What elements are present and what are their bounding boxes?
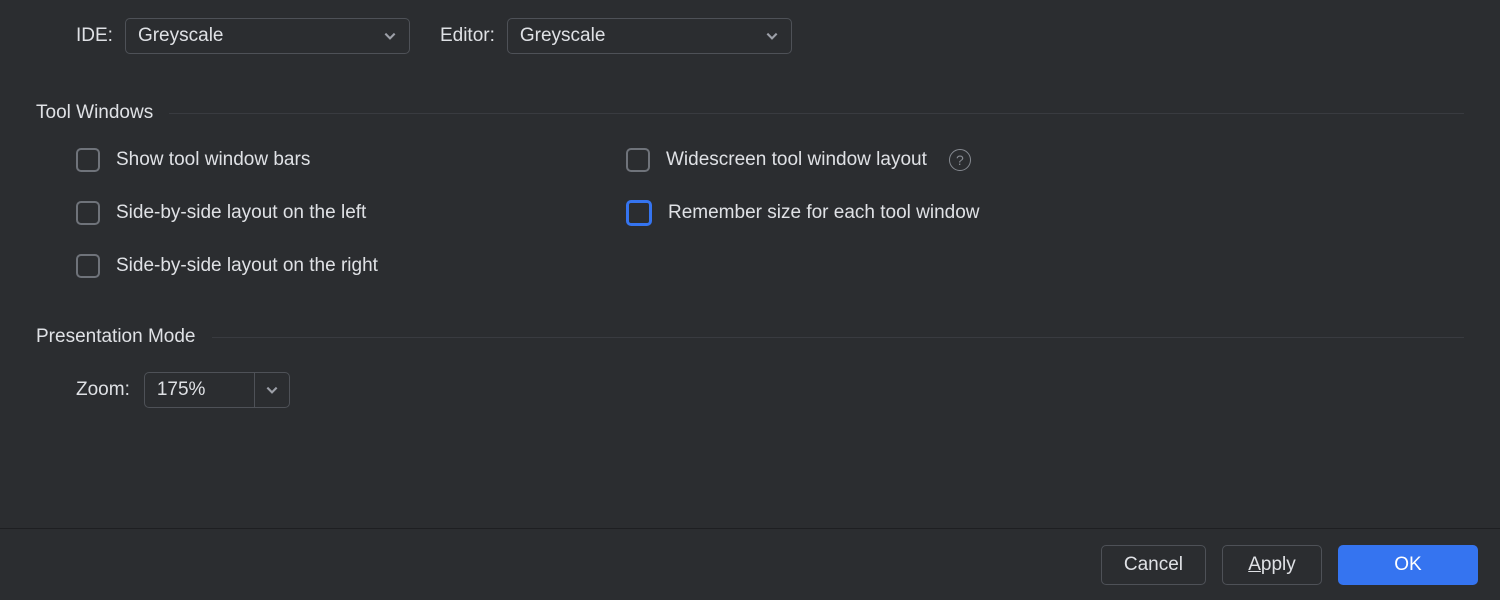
tool-windows-title: Tool Windows	[36, 102, 153, 124]
ide-select-group: IDE: Greyscale	[76, 18, 410, 54]
checkbox-label: Remember size for each tool window	[668, 202, 980, 224]
apply-rest: pply	[1261, 554, 1296, 575]
zoom-dropdown-button[interactable]	[254, 372, 290, 408]
chevron-down-icon	[765, 29, 779, 43]
ide-label: IDE:	[76, 25, 113, 47]
checkbox-side-by-side-right[interactable]: Side-by-side layout on the right	[76, 254, 626, 278]
chevron-down-icon	[383, 29, 397, 43]
ide-select[interactable]: Greyscale	[125, 18, 410, 54]
checkbox-show-tool-window-bars[interactable]: Show tool window bars	[76, 148, 626, 172]
editor-label: Editor:	[440, 25, 495, 47]
checkbox-remember-size[interactable]: Remember size for each tool window	[626, 200, 1464, 226]
checkbox-label: Widescreen tool window layout	[666, 149, 927, 171]
checkbox-side-by-side-left[interactable]: Side-by-side layout on the left	[76, 200, 626, 226]
checkbox-widescreen-layout[interactable]: Widescreen tool window layout ?	[626, 148, 1464, 172]
ok-button[interactable]: OK	[1338, 545, 1478, 585]
divider	[169, 113, 1464, 114]
checkbox-icon[interactable]	[626, 148, 650, 172]
checkbox-label: Show tool window bars	[116, 149, 310, 171]
dialog-footer: Cancel Apply OK	[0, 528, 1500, 600]
editor-select[interactable]: Greyscale	[507, 18, 792, 54]
checkbox-icon[interactable]	[76, 254, 100, 278]
editor-select-value: Greyscale	[520, 25, 606, 47]
ide-select-value: Greyscale	[138, 25, 224, 47]
chevron-down-icon	[265, 383, 279, 397]
presentation-mode-section-header: Presentation Mode	[36, 326, 1464, 348]
checkbox-icon[interactable]	[76, 201, 100, 225]
checkbox-icon[interactable]	[76, 148, 100, 172]
checkbox-icon[interactable]	[626, 200, 652, 226]
apply-button[interactable]: Apply	[1222, 545, 1322, 585]
divider	[212, 337, 1465, 338]
cancel-button[interactable]: Cancel	[1101, 545, 1206, 585]
apply-mnemonic: A	[1248, 554, 1261, 575]
help-icon[interactable]: ?	[949, 149, 971, 171]
zoom-label: Zoom:	[76, 379, 130, 401]
presentation-mode-title: Presentation Mode	[36, 326, 196, 348]
checkbox-label: Side-by-side layout on the left	[116, 202, 366, 224]
editor-select-group: Editor: Greyscale	[440, 18, 792, 54]
checkbox-label: Side-by-side layout on the right	[116, 255, 378, 277]
tool-windows-section-header: Tool Windows	[36, 102, 1464, 124]
zoom-combobox[interactable]: 175%	[144, 372, 290, 408]
zoom-input[interactable]: 175%	[144, 372, 254, 408]
